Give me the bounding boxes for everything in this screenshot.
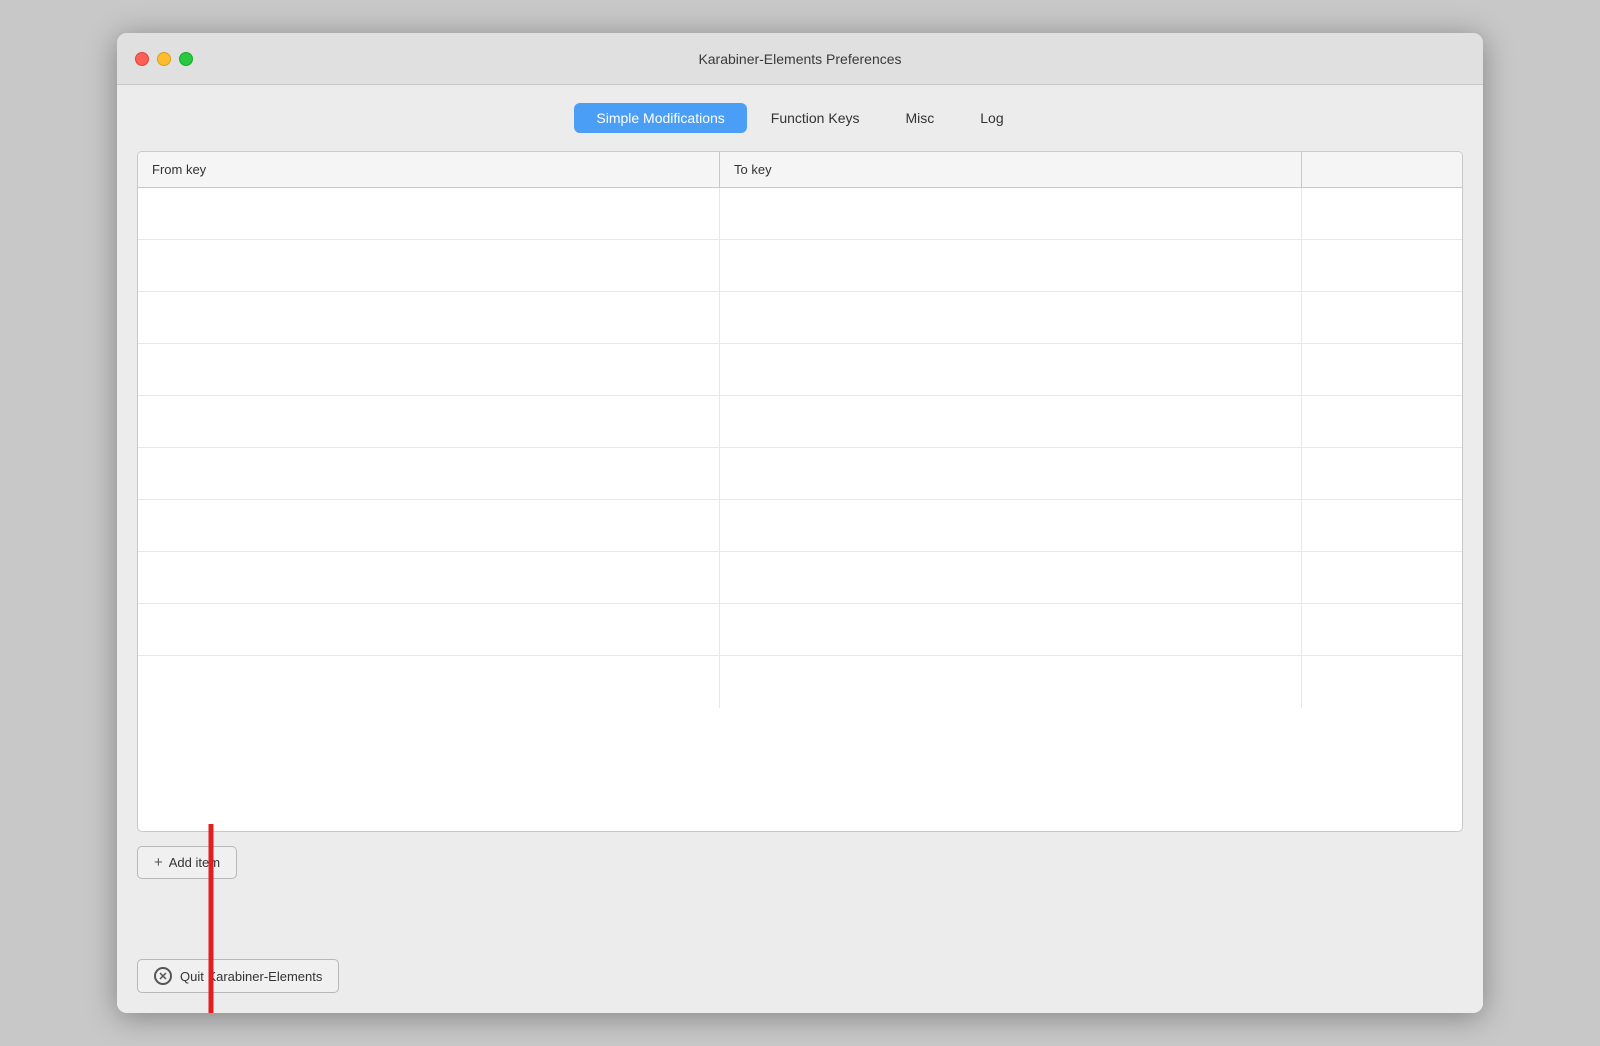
maximize-button[interactable] [179,52,193,66]
tab-function-keys[interactable]: Function Keys [749,103,882,133]
tab-misc[interactable]: Misc [883,103,956,133]
from-key-cell [138,500,720,551]
traffic-lights [135,52,193,66]
table-row [138,240,1462,292]
actions-cell [1302,188,1462,239]
table-row [138,656,1462,708]
actions-cell [1302,292,1462,343]
actions-cell [1302,604,1462,655]
to-key-cell [720,500,1302,551]
from-key-cell [138,604,720,655]
modifications-table: From key To key [137,151,1463,832]
to-key-cell [720,396,1302,447]
content-area: Simple Modifications Function Keys Misc … [117,85,1483,1013]
from-key-header: From key [138,152,720,187]
actions-cell [1302,240,1462,291]
table-row [138,604,1462,656]
table-row [138,344,1462,396]
table-row [138,188,1462,240]
from-key-cell [138,292,720,343]
actions-cell [1302,396,1462,447]
main-window: Karabiner-Elements Preferences Simple Mo… [117,33,1483,1013]
from-key-cell [138,396,720,447]
actions-cell [1302,344,1462,395]
table-row [138,396,1462,448]
to-key-cell [720,344,1302,395]
to-key-cell [720,292,1302,343]
from-key-cell [138,188,720,239]
actions-cell [1302,656,1462,708]
tab-simple-modifications[interactable]: Simple Modifications [574,103,746,133]
from-key-cell [138,448,720,499]
table-header: From key To key [138,152,1462,188]
table-row [138,552,1462,604]
to-key-cell [720,448,1302,499]
close-button[interactable] [135,52,149,66]
to-key-header: To key [720,152,1302,187]
from-key-cell [138,344,720,395]
to-key-cell [720,188,1302,239]
to-key-cell [720,656,1302,708]
to-key-cell [720,240,1302,291]
from-key-cell [138,656,720,708]
tab-bar: Simple Modifications Function Keys Misc … [574,103,1025,133]
x-circle-icon: ✕ [154,967,172,985]
table-row [138,292,1462,344]
from-key-cell [138,552,720,603]
tab-log[interactable]: Log [958,103,1025,133]
window-title: Karabiner-Elements Preferences [698,51,901,67]
actions-cell [1302,500,1462,551]
bottom-buttons-container: + Add item ✕ Quit Karabiner-Elements [137,832,1463,993]
actions-cell [1302,552,1462,603]
red-arrow [181,824,241,1013]
to-key-cell [720,604,1302,655]
table-row [138,448,1462,500]
plus-icon: + [154,854,163,871]
actions-cell [1302,448,1462,499]
to-key-cell [720,552,1302,603]
minimize-button[interactable] [157,52,171,66]
table-row [138,500,1462,552]
actions-header [1302,152,1462,187]
from-key-cell [138,240,720,291]
table-body [138,188,1462,831]
title-bar: Karabiner-Elements Preferences [117,33,1483,85]
